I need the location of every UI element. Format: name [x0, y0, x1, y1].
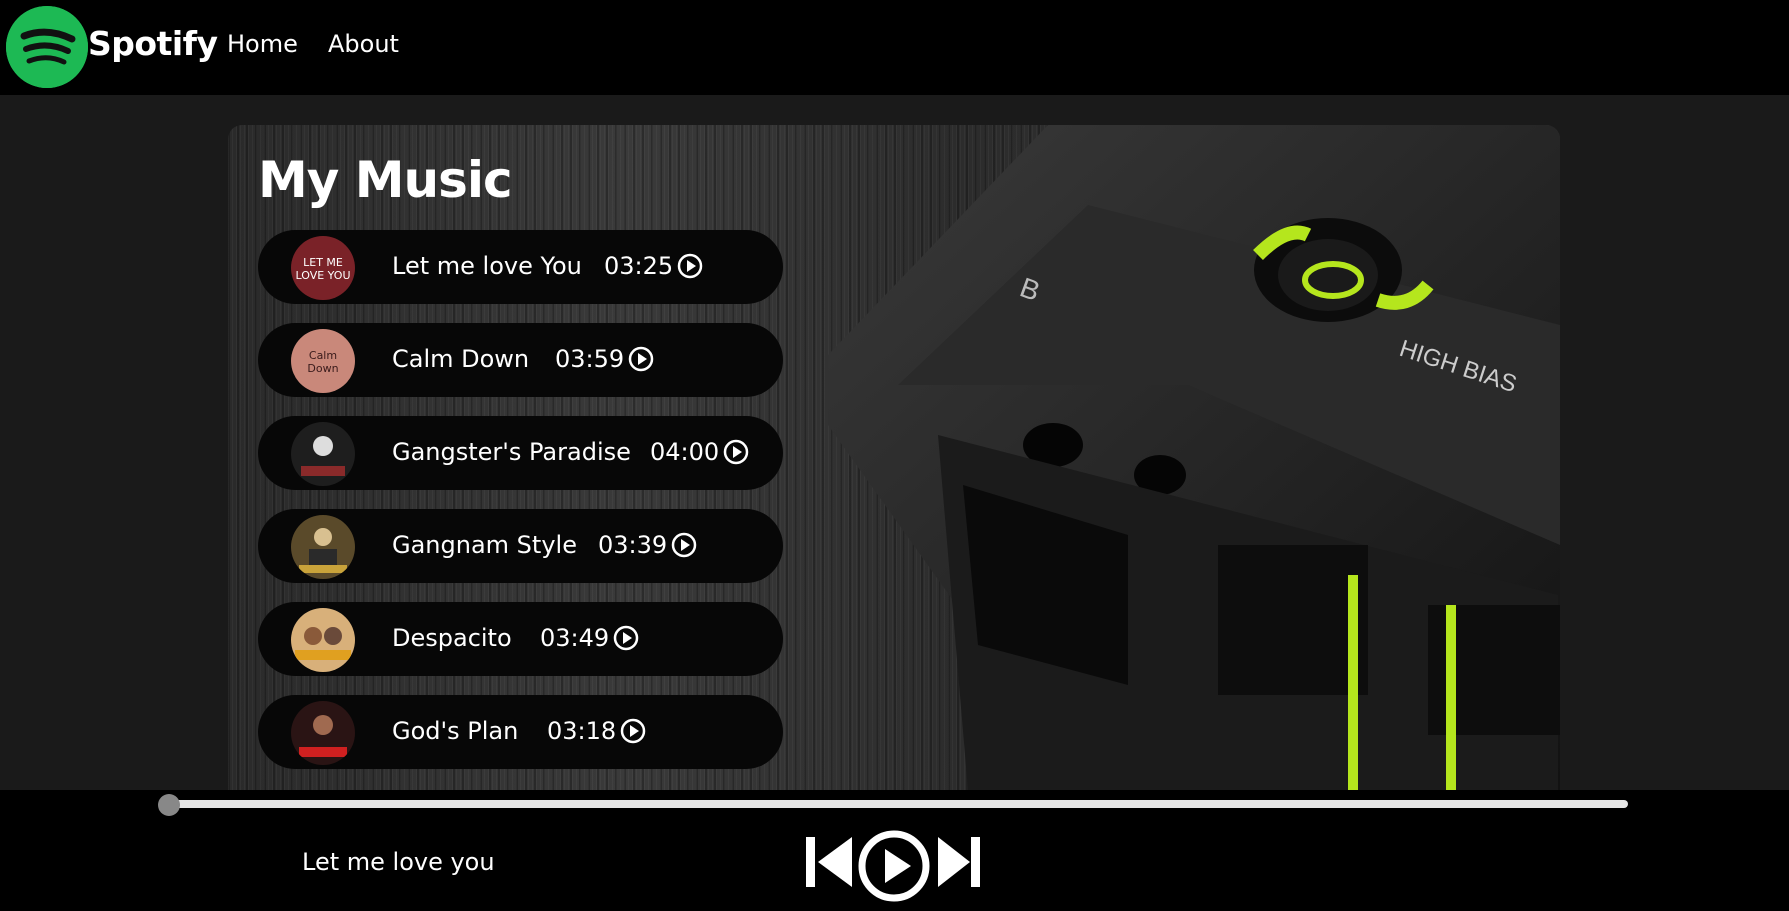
song-duration-wrap: 03:59: [555, 345, 654, 373]
song-duration-wrap: 03:39: [598, 531, 697, 559]
song-item[interactable]: LET ME LOVE YOU Let me love You 03:25: [258, 230, 783, 304]
play-circle-icon[interactable]: [723, 439, 749, 465]
svg-text:Calm: Calm: [309, 349, 337, 362]
spotify-logo-icon[interactable]: [6, 6, 88, 88]
previous-icon[interactable]: [804, 835, 854, 889]
play-circle-icon[interactable]: [677, 253, 703, 279]
song-list: LET ME LOVE YOU Let me love You 03:25 Ca…: [258, 230, 783, 788]
song-duration-wrap: 03:49: [540, 624, 639, 652]
song-title: Gangster's Paradise: [392, 438, 631, 466]
song-item[interactable]: God's Plan 03:18: [258, 695, 783, 769]
svg-text:Down: Down: [307, 362, 338, 375]
song-title: God's Plan: [392, 717, 519, 745]
nav-link-home[interactable]: Home: [227, 30, 298, 58]
album-cover: [291, 422, 355, 486]
progress-knob[interactable]: [158, 794, 180, 816]
song-duration: 03:39: [598, 531, 668, 559]
song-item[interactable]: Despacito 03:49: [258, 602, 783, 676]
song-duration-wrap: 03:18: [547, 717, 646, 745]
play-circle-icon[interactable]: [613, 625, 639, 651]
progress-bar[interactable]: [170, 800, 1628, 808]
player-bar: Let me love you: [0, 790, 1789, 911]
song-duration: 03:25: [604, 252, 674, 280]
song-duration: 04:00: [650, 438, 720, 466]
play-circle-icon[interactable]: [620, 718, 646, 744]
album-cover: Calm Down: [291, 329, 355, 393]
song-duration-wrap: 03:25: [604, 252, 703, 280]
now-playing-title: Let me love you: [302, 848, 495, 876]
play-circle-icon[interactable]: [628, 346, 654, 372]
song-duration: 03:59: [555, 345, 625, 373]
navbar: Spotify Home About: [0, 0, 1789, 95]
song-title: Gangnam Style: [392, 531, 577, 559]
song-duration: 03:49: [540, 624, 610, 652]
song-title: Let me love You: [392, 252, 582, 280]
album-cover: [291, 608, 355, 672]
next-icon[interactable]: [936, 835, 982, 889]
brand-name[interactable]: Spotify: [88, 24, 218, 63]
music-container: B HIGH BIAS My Music LET ME LOVE YOU Let…: [228, 125, 1560, 790]
svg-text:LET ME: LET ME: [303, 256, 343, 269]
album-cover: [291, 515, 355, 579]
song-title: Calm Down: [392, 345, 530, 373]
song-title: Despacito: [392, 624, 512, 652]
cassette-image: B HIGH BIAS: [828, 125, 1560, 790]
page-title: My Music: [258, 151, 513, 209]
album-cover: [291, 701, 355, 765]
song-item[interactable]: Gangster's Paradise 04:00: [258, 416, 783, 490]
nav-link-about[interactable]: About: [328, 30, 399, 58]
song-item[interactable]: Gangnam Style 03:39: [258, 509, 783, 583]
play-icon[interactable]: [858, 830, 930, 902]
song-duration: 03:18: [547, 717, 617, 745]
album-cover: LET ME LOVE YOU: [291, 236, 355, 300]
song-item[interactable]: Calm Down Calm Down 03:59: [258, 323, 783, 397]
song-duration-wrap: 04:00: [650, 438, 749, 466]
play-circle-icon[interactable]: [671, 532, 697, 558]
svg-text:LOVE YOU: LOVE YOU: [296, 269, 351, 282]
